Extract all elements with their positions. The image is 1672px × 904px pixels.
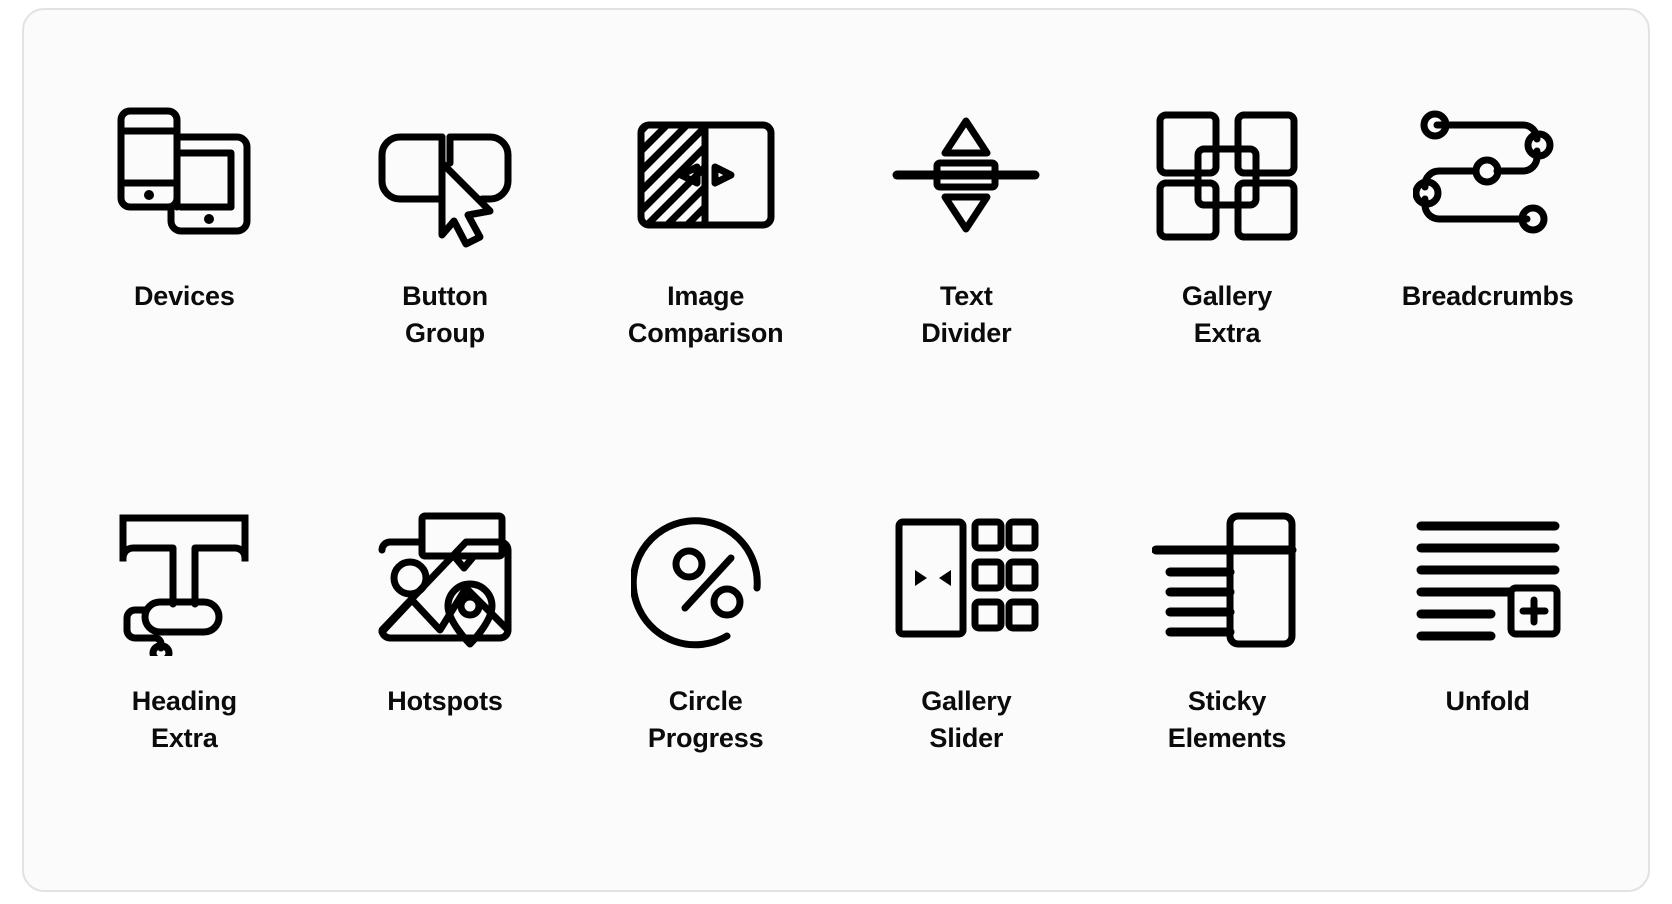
button-group-icon — [365, 96, 525, 256]
grid-item-devices[interactable]: Devices — [54, 50, 315, 455]
breadcrumbs-icon — [1408, 96, 1568, 256]
grid-item-label: Gallery Extra — [1181, 281, 1273, 349]
grid-item-button-group[interactable]: Button Group — [315, 50, 576, 455]
grid-item-hotspots[interactable]: Hotspots — [315, 455, 576, 860]
grid-item-gallery-extra[interactable]: Gallery Extra — [1097, 50, 1358, 455]
text-divider-icon — [886, 96, 1046, 256]
grid-item-heading-extra[interactable]: Heading Extra — [54, 455, 315, 860]
image-comparison-icon — [626, 96, 786, 256]
circle-progress-icon — [626, 501, 786, 661]
grid-item-label: Image Comparison — [627, 281, 784, 349]
grid-item-label: Sticky Elements — [1167, 686, 1287, 754]
grid-item-label: Hotspots — [387, 686, 503, 716]
icon-grid-card: Devices Button Group Image Comparison Te… — [22, 8, 1650, 892]
sticky-elements-icon — [1147, 501, 1307, 661]
grid-item-label: Text Divider — [921, 281, 1012, 349]
grid-item-image-comparison[interactable]: Image Comparison — [575, 50, 836, 455]
grid-item-label: Gallery Slider — [921, 686, 1012, 754]
icon-grid: Devices Button Group Image Comparison Te… — [24, 10, 1648, 890]
heading-extra-icon — [104, 501, 264, 661]
grid-item-circle-progress[interactable]: Circle Progress — [575, 455, 836, 860]
grid-item-sticky-elements[interactable]: Sticky Elements — [1097, 455, 1358, 860]
grid-item-text-divider[interactable]: Text Divider — [836, 50, 1097, 455]
devices-icon — [104, 96, 264, 256]
grid-item-breadcrumbs[interactable]: Breadcrumbs — [1357, 50, 1618, 455]
grid-item-label: Heading Extra — [131, 686, 237, 754]
grid-item-label: Devices — [133, 281, 235, 311]
grid-item-label: Circle Progress — [647, 686, 764, 754]
gallery-slider-icon — [886, 501, 1046, 661]
gallery-extra-icon — [1147, 96, 1307, 256]
grid-item-label: Button Group — [402, 281, 488, 349]
grid-item-gallery-slider[interactable]: Gallery Slider — [836, 455, 1097, 860]
grid-item-label: Unfold — [1445, 686, 1530, 716]
grid-item-label: Breadcrumbs — [1401, 281, 1574, 311]
hotspots-icon — [365, 501, 525, 661]
grid-item-unfold[interactable]: Unfold — [1357, 455, 1618, 860]
unfold-icon — [1408, 501, 1568, 661]
